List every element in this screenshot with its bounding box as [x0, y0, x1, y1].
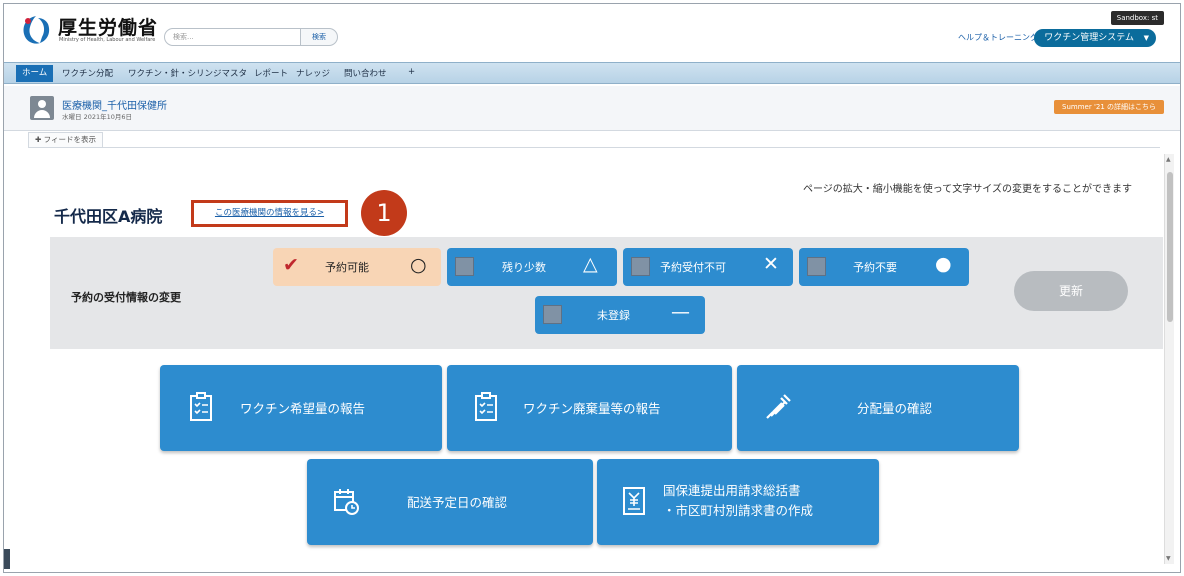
avatar-head	[38, 100, 46, 108]
create-invoice-button[interactable]: 国保連提出用請求総括書 ・市区町村別請求書の作成	[597, 459, 879, 545]
tab-inquiry[interactable]: 問い合わせ	[344, 67, 387, 79]
tab-vaccine-distribution[interactable]: ワクチン分配	[62, 67, 113, 79]
report-desired-amount-button[interactable]: ワクチン希望量の報告	[160, 365, 442, 451]
circle-icon: ○	[410, 254, 427, 276]
status-few-left-button[interactable]: 残り少数 △	[447, 248, 617, 286]
avatar	[30, 96, 54, 120]
hospital-name: 千代田区A病院	[54, 207, 163, 226]
check-delivery-date-label: 配送予定日の確認	[407, 495, 508, 510]
facility-name[interactable]: 医療機関_千代田保健所	[62, 97, 167, 112]
global-header: 厚生労働省 Ministry of Health, Labour and Wel…	[4, 4, 1180, 64]
report-disposal-amount-button[interactable]: ワクチン廃棄量等の報告	[447, 365, 732, 451]
status-unregistered-label: 未登録	[597, 309, 630, 322]
status-unavailable-label: 予約受付不可	[660, 261, 726, 274]
clipboard-list-icon	[475, 392, 497, 421]
status-few-left-label: 残り少数	[502, 261, 546, 274]
status-unavailable-button[interactable]: 予約受付不可 ✕	[623, 248, 793, 286]
create-invoice-line1: 国保連提出用請求総括書	[663, 483, 801, 498]
status-unregistered-button[interactable]: 未登録 —	[535, 296, 705, 334]
status-few-left-checkbox	[455, 257, 474, 276]
calendar-clock-icon	[334, 489, 359, 515]
scroll-up-icon[interactable]: ▲	[1166, 156, 1171, 163]
brand-title: 厚生労働省	[58, 17, 159, 39]
clipboard-list-icon	[190, 392, 212, 421]
facility-info-link[interactable]: この医療機関の情報を見る>	[191, 200, 348, 227]
side-collapse-handle-bottom[interactable]	[4, 549, 10, 569]
check-distribution-label: 分配量の確認	[857, 401, 933, 416]
update-button[interactable]: 更新	[1014, 271, 1128, 311]
step-marker: 1	[361, 190, 407, 236]
scroll-down-icon[interactable]: ▼	[1166, 555, 1171, 562]
feed-icon: ✚	[35, 135, 44, 144]
browser-frame: 厚生労働省 Ministry of Health, Labour and Wel…	[3, 3, 1181, 573]
create-invoice-line2: ・市区町村別請求書の作成	[663, 503, 814, 518]
scrollbar-thumb[interactable]	[1167, 172, 1173, 322]
chevron-down-icon: ▼	[1143, 34, 1149, 42]
show-feed-label: フィードを表示	[43, 135, 97, 144]
tab-vaccine-master[interactable]: ワクチン・針・シリンジマスタ	[128, 67, 247, 79]
search-input[interactable]: 検索...	[164, 28, 304, 46]
check-icon: ✔	[283, 254, 299, 276]
tab-knowledge[interactable]: ナレッジ	[296, 67, 330, 79]
yen-document-icon	[623, 487, 645, 515]
feed-bar	[28, 132, 1160, 148]
status-available-button[interactable]: ✔ 予約可能 ○	[273, 248, 441, 286]
nav-bar: ホーム ワクチン分配 ワクチン・針・シリンジマスタ レポート ナレッジ 問い合わ…	[4, 62, 1180, 84]
report-desired-amount-label: ワクチン希望量の報告	[240, 401, 366, 416]
status-unregistered-checkbox	[543, 305, 562, 324]
avatar-body	[34, 110, 50, 118]
status-not-required-label: 予約不要	[853, 261, 897, 274]
tab-home[interactable]: ホーム	[16, 65, 54, 82]
search-button[interactable]: 検索	[300, 28, 338, 46]
show-feed-button[interactable]: ✚ フィードを表示	[28, 132, 104, 148]
brand-subtitle: Ministry of Health, Labour and Welfare	[59, 37, 156, 43]
scrollbar[interactable]: ▲ ▼	[1164, 154, 1174, 564]
report-disposal-amount-label: ワクチン廃棄量等の報告	[523, 401, 661, 416]
status-not-required-checkbox	[807, 257, 826, 276]
check-delivery-date-button[interactable]: 配送予定日の確認	[307, 459, 593, 545]
reservation-label: 予約の受付情報の変更	[71, 291, 181, 304]
tab-add-button[interactable]: +	[408, 67, 415, 77]
cross-icon: ✕	[763, 253, 779, 275]
help-link[interactable]: ヘルプ＆トレーニング	[958, 32, 1038, 43]
app-switcher-button[interactable]: ワクチン管理システム ▼	[1034, 29, 1156, 47]
sandbox-badge: Sandbox: st	[1110, 11, 1164, 25]
facility-date: 水曜日 2021年10月6日	[62, 113, 133, 121]
facility-header: 医療機関_千代田保健所 水曜日 2021年10月6日 Summer '21 の詳…	[4, 86, 1180, 131]
zoom-note: ページの拡大・縮小機能を使って文字サイズの変更をすることができます	[803, 184, 1132, 195]
release-banner-button[interactable]: Summer '21 の詳細はこちら	[1054, 100, 1164, 114]
syringe-icon	[766, 394, 791, 419]
status-unavailable-checkbox	[631, 257, 650, 276]
create-invoice-label: 国保連提出用請求総括書 ・市区町村別請求書の作成	[663, 481, 813, 521]
tab-reports[interactable]: レポート	[254, 67, 288, 79]
check-distribution-button[interactable]: 分配量の確認	[737, 365, 1019, 451]
status-not-required-button[interactable]: 予約不要 ●	[799, 248, 969, 286]
app-switcher-label: ワクチン管理システム	[1044, 33, 1134, 43]
mhlw-logo-icon	[23, 16, 50, 44]
triangle-icon: △	[583, 253, 598, 275]
dash-icon: —	[671, 301, 690, 323]
reservation-panel: 予約の受付情報の変更 ✔ 予約可能 ○ 残り少数 △ 予約受付不可 ✕ 予約不要…	[50, 237, 1163, 349]
filled-circle-icon: ●	[935, 253, 952, 275]
status-available-label: 予約可能	[325, 261, 369, 274]
